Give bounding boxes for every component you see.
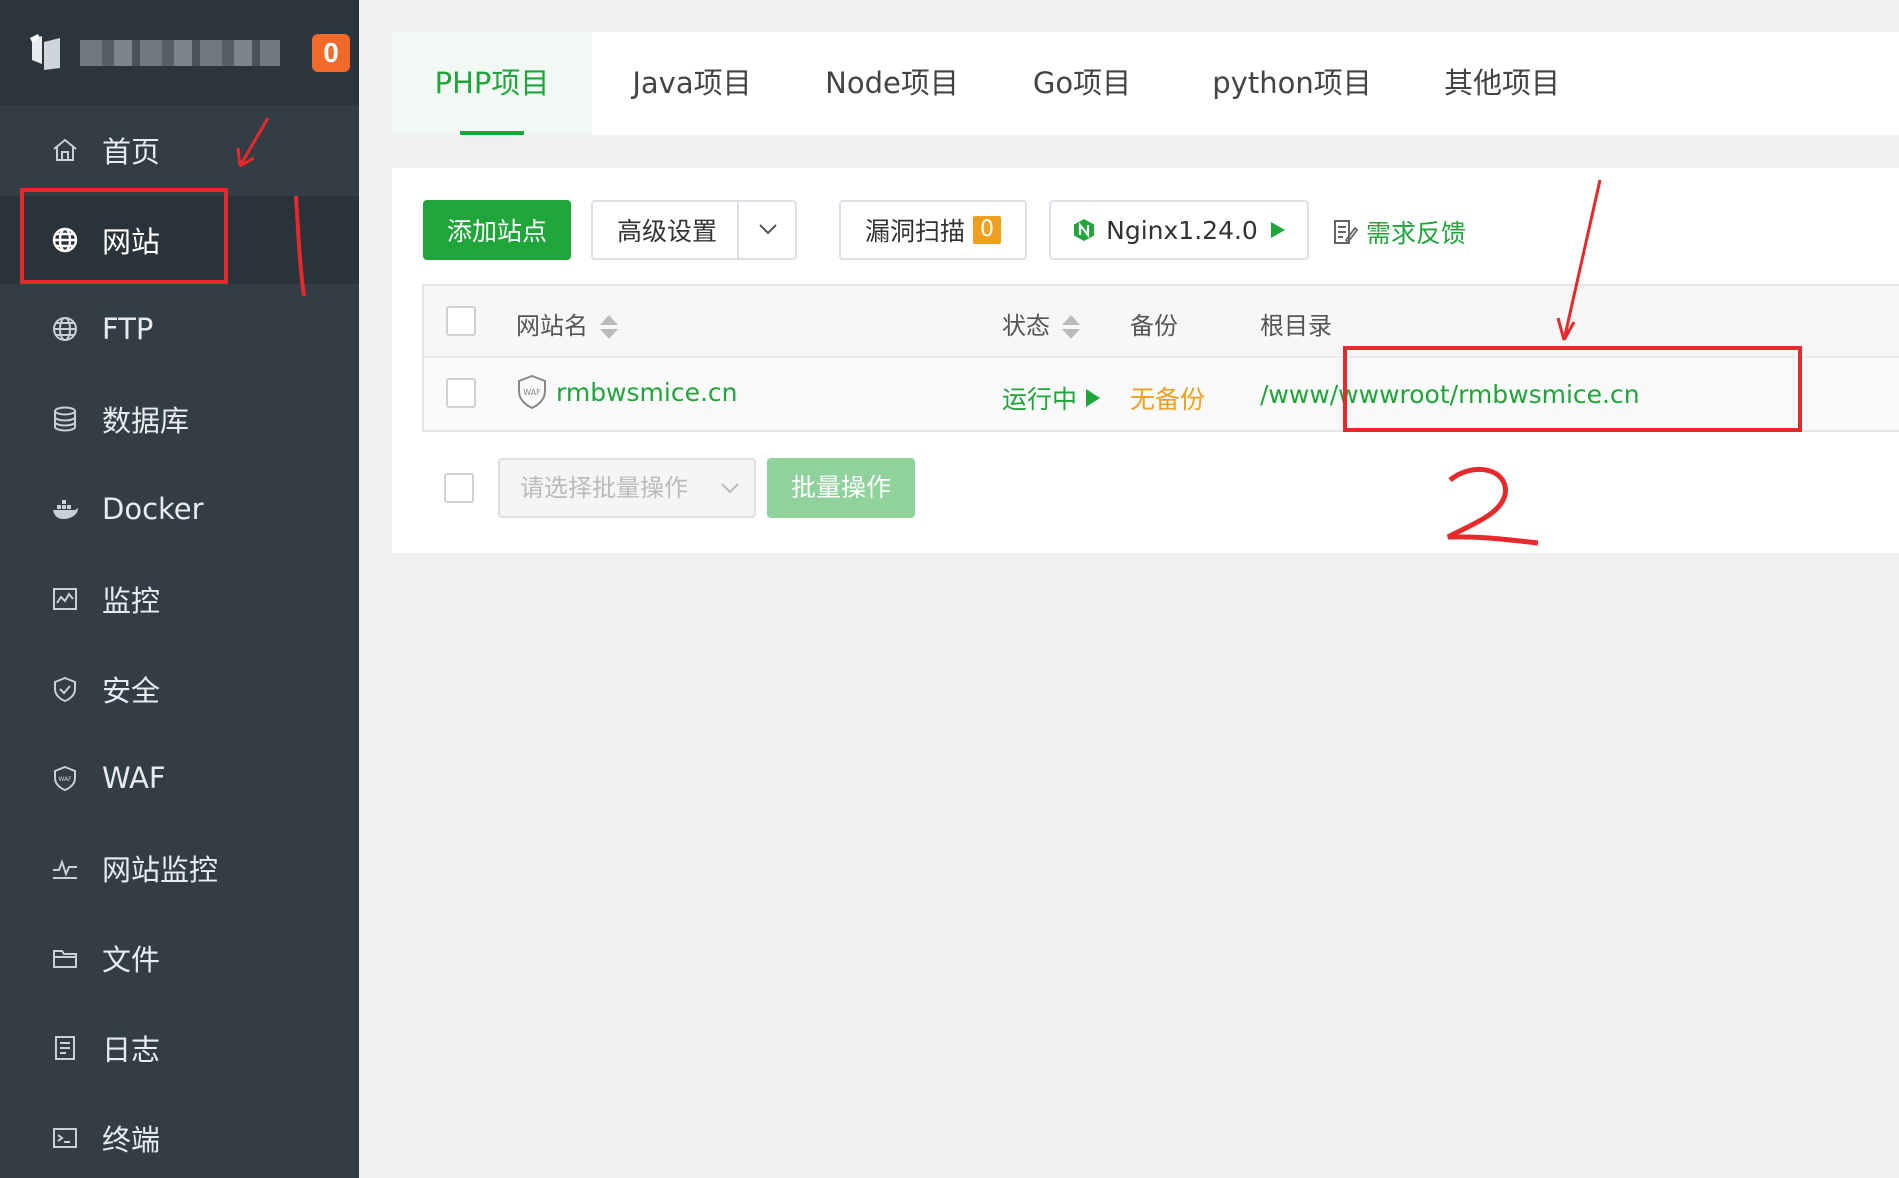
sidebar-item-website[interactable]: 网站 xyxy=(0,196,359,284)
batch-action-button[interactable]: 批量操作 xyxy=(767,458,915,518)
table-header: 网站名 状态 备份 根目录 xyxy=(424,286,1899,358)
status-label: 运行中 xyxy=(1002,385,1078,414)
row-checkbox[interactable] xyxy=(446,378,476,408)
globe-icon xyxy=(50,225,80,255)
logo-bar: 0 xyxy=(0,0,359,105)
sidebar-item-label: 文件 xyxy=(102,943,161,977)
site-name-cell: WAF rmbwsmice.cn xyxy=(516,374,738,410)
root-dir-link[interactable]: /www/wwwroot/rmbwsmice.cn xyxy=(1260,380,1640,409)
sidebar-item-label: 安全 xyxy=(102,674,161,708)
site-name-link[interactable]: rmbwsmice.cn xyxy=(556,378,738,407)
log-icon xyxy=(50,1033,80,1063)
sidebar-item-security[interactable]: 安全 xyxy=(0,645,359,733)
select-all-checkbox[interactable] xyxy=(446,306,476,336)
feedback-label: 需求反馈 xyxy=(1366,219,1467,248)
sidebar-item-label: 首页 xyxy=(102,135,161,169)
tab-label: Java项目 xyxy=(632,66,752,100)
header-label: 网站名 xyxy=(516,312,588,340)
sidebar-item-label: 数据库 xyxy=(102,404,190,438)
sidebar-item-label: Docker xyxy=(102,492,204,526)
docker-icon xyxy=(50,494,80,524)
header-label: 状态 xyxy=(1002,312,1050,340)
nginx-icon xyxy=(1074,219,1095,241)
sort-icon xyxy=(600,315,618,339)
add-site-button[interactable]: 添加站点 xyxy=(423,200,571,260)
tab-node[interactable]: Node项目 xyxy=(792,32,992,135)
chevron-down-icon xyxy=(721,483,739,494)
sort-icon xyxy=(1062,315,1080,339)
active-tab-indicator xyxy=(460,131,524,135)
sidebar-item-home[interactable]: 首页 xyxy=(0,106,359,194)
home-icon xyxy=(50,135,80,165)
sidebar: 0 首页 网站 FTP 数据库 Docker 监控 安全 WAF WAF 网站监… xyxy=(0,0,359,1178)
tab-java[interactable]: Java项目 xyxy=(592,32,792,135)
column-header-root: 根目录 xyxy=(1260,312,1332,340)
sidebar-item-label: 日志 xyxy=(102,1033,161,1067)
folder-icon xyxy=(50,943,80,973)
column-header-backup: 备份 xyxy=(1130,312,1178,340)
svg-text:WAF: WAF xyxy=(523,388,541,397)
sidebar-item-logs[interactable]: 日志 xyxy=(0,1004,359,1092)
batch-select-checkbox[interactable] xyxy=(444,473,474,503)
table-row: WAF rmbwsmice.cn 运行中 无备份 /www/wwwroot/rm… xyxy=(424,358,1899,430)
advanced-settings-label: 高级设置 xyxy=(617,217,718,246)
nginx-version: Nginx1.24.0 xyxy=(1106,215,1258,245)
tab-go[interactable]: Go项目 xyxy=(992,32,1172,135)
column-header-status[interactable]: 状态 xyxy=(1002,306,1080,341)
sidebar-item-label: 网站 xyxy=(102,225,161,259)
sidebar-item-monitor[interactable]: 监控 xyxy=(0,555,359,643)
sidebar-item-ftp[interactable]: FTP xyxy=(0,285,359,373)
svg-text:WAF: WAF xyxy=(58,776,72,783)
tab-other[interactable]: 其他项目 xyxy=(1402,32,1602,135)
batch-placeholder: 请选择批量操作 xyxy=(520,474,688,502)
pulse-icon xyxy=(50,853,80,883)
sidebar-item-terminal[interactable]: 终端 xyxy=(0,1094,359,1178)
vuln-scan-label: 漏洞扫描 xyxy=(864,217,965,246)
sidebar-item-label: FTP xyxy=(102,312,154,346)
tab-label: Node项目 xyxy=(825,66,959,100)
pixelated-hostname xyxy=(80,40,280,66)
database-icon xyxy=(50,404,80,434)
waf-shield-icon: WAF xyxy=(518,374,546,410)
sidebar-item-waf[interactable]: WAF WAF xyxy=(0,734,359,822)
tab-label: Go项目 xyxy=(1032,66,1132,100)
advanced-settings-button[interactable]: 高级设置 xyxy=(591,200,797,260)
sidebar-item-site-monitor[interactable]: 网站监控 xyxy=(0,824,359,912)
tab-label: PHP项目 xyxy=(434,66,550,100)
sidebar-item-label: WAF xyxy=(102,761,166,795)
project-tabs: PHP项目 Java项目 Node项目 Go项目 python项目 其他项目 xyxy=(392,32,1899,135)
batch-action-select[interactable]: 请选择批量操作 xyxy=(498,458,756,518)
notification-badge[interactable]: 0 xyxy=(312,34,350,72)
tab-python[interactable]: python项目 xyxy=(1182,32,1402,135)
chevron-down-icon[interactable] xyxy=(757,222,779,236)
tab-label: python项目 xyxy=(1212,66,1372,100)
terminal-icon xyxy=(50,1123,80,1153)
vuln-scan-button[interactable]: 漏洞扫描 0 xyxy=(839,200,1027,260)
vuln-count-badge: 0 xyxy=(973,216,1001,244)
tab-php[interactable]: PHP项目 xyxy=(392,32,592,135)
sidebar-item-docker[interactable]: Docker xyxy=(0,465,359,553)
backup-cell[interactable]: 无备份 xyxy=(1130,380,1205,416)
sidebar-item-database[interactable]: 数据库 xyxy=(0,375,359,463)
tab-label: 其他项目 xyxy=(1443,66,1560,100)
ftp-icon xyxy=(50,314,80,344)
sidebar-item-label: 监控 xyxy=(102,584,161,618)
play-icon xyxy=(1270,222,1285,238)
nginx-button[interactable]: Nginx1.24.0 xyxy=(1049,200,1309,260)
button-divider xyxy=(737,202,739,258)
monitor-icon xyxy=(50,584,80,614)
waf-icon: WAF xyxy=(50,763,80,793)
column-header-name[interactable]: 网站名 xyxy=(516,306,618,341)
sidebar-item-files[interactable]: 文件 xyxy=(0,914,359,1002)
sidebar-item-label: 网站监控 xyxy=(102,853,219,887)
logo-icon xyxy=(30,34,60,70)
status-cell[interactable]: 运行中 xyxy=(1002,380,1101,416)
feedback-link[interactable]: 需求反馈 xyxy=(1332,214,1466,250)
play-icon xyxy=(1086,389,1101,407)
edit-note-icon xyxy=(1334,220,1358,244)
sites-table: 网站名 状态 备份 根目录 WAF rmbwsmice.cn 运行中 无备份 /… xyxy=(422,284,1899,432)
sidebar-item-label: 终端 xyxy=(102,1123,161,1157)
shield-icon xyxy=(50,674,80,704)
sites-card: 添加站点 高级设置 漏洞扫描 0 Nginx1.24.0 需求反馈 网站名 状态… xyxy=(392,168,1899,553)
